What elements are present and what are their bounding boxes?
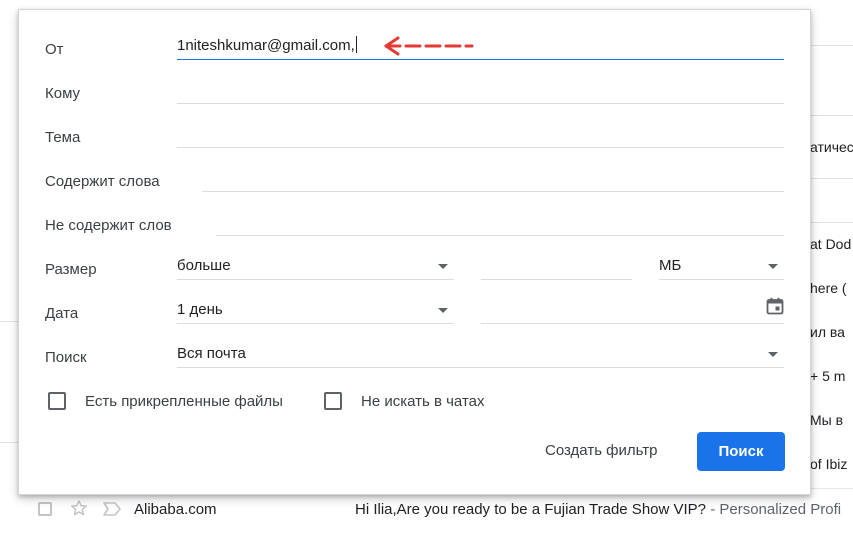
star-icon[interactable] bbox=[69, 498, 89, 523]
date-range-select[interactable]: 1 день bbox=[177, 296, 454, 324]
dropdown-arrow-icon bbox=[438, 264, 448, 269]
size-operator-value: больше bbox=[177, 257, 231, 274]
dropdown-arrow-icon bbox=[768, 352, 778, 357]
divider bbox=[0, 442, 18, 443]
from-label: От bbox=[45, 41, 64, 58]
date-field[interactable] bbox=[481, 296, 784, 324]
background-snippet: of Ibiz bbox=[810, 456, 848, 472]
text-cursor bbox=[355, 36, 357, 53]
has-words-label: Содержит слова bbox=[45, 173, 160, 190]
size-unit-value: МБ bbox=[659, 257, 682, 274]
background-snippet: + 5 m bbox=[810, 368, 846, 384]
create-filter-button[interactable]: Создать фильтр bbox=[535, 431, 668, 471]
email-subject-line: Hi Ilia,Are you ready to be a Fujian Tra… bbox=[355, 501, 853, 518]
search-in-select[interactable]: Вся почта bbox=[177, 340, 784, 368]
size-value-field[interactable] bbox=[481, 252, 632, 280]
has-attachment-label[interactable]: Есть прикрепленные файлы bbox=[85, 393, 283, 410]
calendar-icon[interactable] bbox=[766, 297, 784, 320]
advanced-search-dialog: От 1niteshkumar@gmail.com, Кому Тема Сод… bbox=[18, 9, 811, 495]
dropdown-arrow-icon bbox=[438, 308, 448, 313]
exclude-chats-checkbox[interactable] bbox=[324, 392, 342, 410]
has-words-field[interactable] bbox=[202, 164, 784, 192]
background-snippet: at Dod bbox=[810, 236, 852, 252]
email-snippet: - Personalized Profi bbox=[706, 501, 842, 518]
divider bbox=[811, 115, 853, 116]
search-in-value: Вся почта bbox=[177, 345, 246, 362]
to-label: Кому bbox=[45, 85, 81, 102]
email-row-checkbox[interactable] bbox=[38, 502, 52, 516]
date-range-value: 1 день bbox=[177, 301, 223, 318]
search-in-label: Поиск bbox=[45, 349, 87, 366]
divider bbox=[811, 45, 853, 46]
size-label: Размер bbox=[45, 261, 97, 278]
dropdown-arrow-icon bbox=[768, 264, 778, 269]
has-attachment-checkbox[interactable] bbox=[48, 392, 66, 410]
annotation-arrow-icon bbox=[384, 36, 474, 56]
from-value-text: 1niteshkumar@gmail.com, bbox=[177, 37, 355, 54]
doesnt-have-field[interactable] bbox=[216, 208, 784, 236]
divider bbox=[0, 321, 18, 322]
date-label: Дата bbox=[45, 305, 79, 322]
from-value: 1niteshkumar@gmail.com, bbox=[177, 36, 357, 54]
divider bbox=[811, 222, 853, 223]
background-snippet: ил ва bbox=[810, 324, 845, 340]
subject-label: Тема bbox=[45, 129, 81, 146]
exclude-chats-label[interactable]: Не искать в чатах bbox=[361, 393, 485, 410]
email-subject: Hi Ilia,Are you ready to be a Fujian Tra… bbox=[355, 501, 707, 518]
divider bbox=[811, 178, 853, 179]
doesnt-have-label: Не содержит слов bbox=[45, 217, 172, 234]
search-button[interactable]: Поиск bbox=[697, 432, 785, 471]
size-unit-select[interactable]: МБ bbox=[659, 252, 784, 280]
subject-field[interactable] bbox=[177, 120, 784, 148]
background-snippet: атичес bbox=[810, 139, 853, 155]
important-marker-icon[interactable] bbox=[103, 502, 121, 521]
email-row[interactable] bbox=[18, 531, 853, 545]
background-snippet: Мы в bbox=[810, 412, 844, 428]
size-operator-select[interactable]: больше bbox=[177, 252, 454, 280]
to-field[interactable] bbox=[177, 76, 784, 104]
background-snippet: here ( bbox=[810, 280, 847, 296]
email-sender: Alibaba.com bbox=[134, 501, 217, 518]
